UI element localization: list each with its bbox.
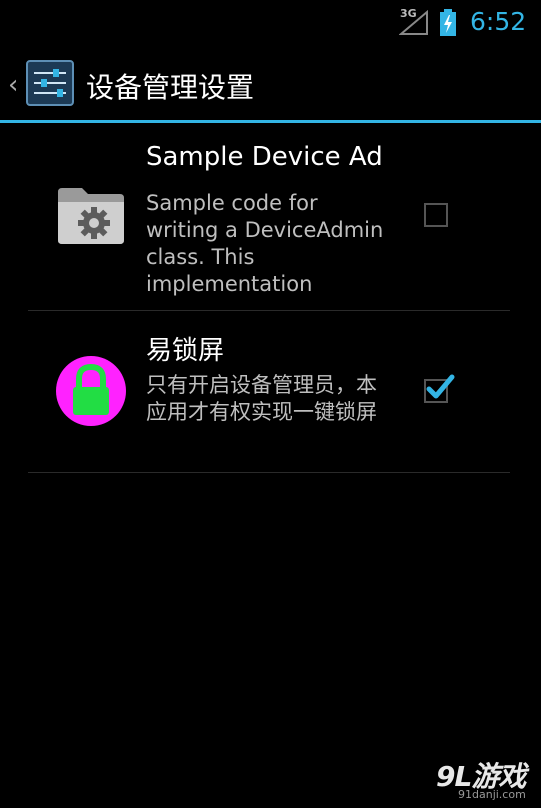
action-bar: ‹ 设备管理设置 xyxy=(0,44,541,120)
admin-summary: Sample code for writing a DeviceAdmin cl… xyxy=(146,191,384,296)
admin-enable-checkbox[interactable] xyxy=(424,203,448,227)
lock-icon xyxy=(56,356,126,426)
list-divider xyxy=(28,310,510,311)
admin-enable-checkbox[interactable] xyxy=(424,374,455,403)
page-title: 设备管理设置 xyxy=(86,71,255,104)
device-admin-item[interactable]: Sample Device Ad Sample code for writing… xyxy=(28,130,510,310)
admin-title: Sample Device Ad xyxy=(146,142,382,172)
battery-icon xyxy=(440,9,456,36)
admin-summary: 只有开启设备管理员，本应用才有权实现一键锁屏 xyxy=(146,373,377,424)
status-clock: 6:52 xyxy=(470,7,527,36)
device-admin-item[interactable]: 易锁屏 只有开启设备管理员，本应用才有权实现一键锁屏 xyxy=(28,312,510,472)
watermark-url: 91danji.com xyxy=(458,788,526,801)
list-divider xyxy=(28,472,510,473)
checkmark-icon xyxy=(426,374,455,399)
admin-title: 易锁屏 xyxy=(146,336,225,366)
status-bar: 3G 6:52 xyxy=(0,0,541,44)
action-bar-divider xyxy=(0,120,541,123)
back-chevron-icon[interactable]: ‹ xyxy=(8,70,18,100)
settings-sliders-icon[interactable] xyxy=(26,60,74,106)
device-admin-settings-screen: 3G 6:52 ‹ 设备管理设置 Sample Device Ad Sample… xyxy=(0,0,541,808)
folder-gear-icon xyxy=(58,188,124,244)
network-type-label: 3G xyxy=(400,7,417,20)
watermark: 9L游戏 91danji.com xyxy=(430,755,540,805)
